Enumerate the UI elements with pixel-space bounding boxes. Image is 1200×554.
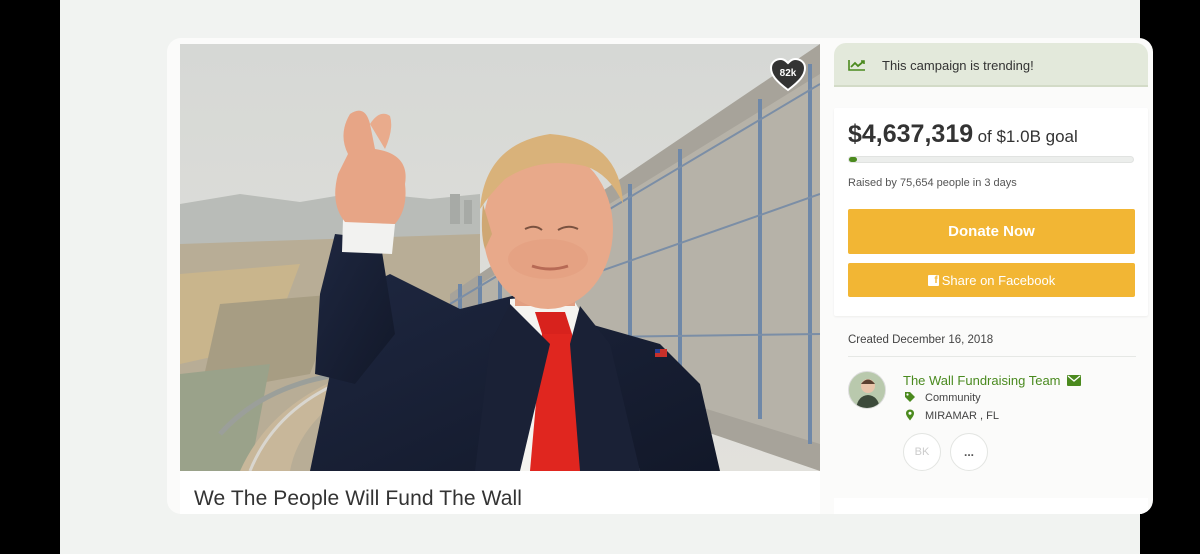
divider [848, 356, 1136, 357]
campaign-title-bar: We The People Will Fund The Wall [180, 471, 820, 514]
funding-progress-bar [848, 156, 1134, 163]
organizer-location: MIRAMAR , FL [903, 409, 999, 422]
organizer-name-link[interactable]: The Wall Fundraising Team [903, 373, 1082, 388]
amount-raised: $4,637,319 [848, 120, 974, 148]
likes-count: 82k [779, 68, 797, 79]
created-date: Created December 16, 2018 [848, 334, 994, 346]
funding-card: $4,637,319 of $1.0B goal Raised by 75,65… [834, 108, 1148, 316]
campaign-hero-image: 82k [180, 44, 820, 471]
envelope-icon[interactable] [1067, 375, 1082, 386]
next-card [834, 498, 1148, 514]
donate-now-button[interactable]: Donate Now [848, 209, 1135, 254]
facebook-icon: f [927, 274, 939, 286]
organizer-avatar[interactable] [848, 371, 886, 409]
campaign-page: 82k We The People Will Fund The Wall Thi… [167, 38, 1153, 514]
funding-progress-fill [849, 157, 857, 162]
trending-chart-icon [848, 60, 865, 71]
trending-text: This campaign is trending! [882, 58, 1034, 73]
share-facebook-button[interactable]: f Share on Facebook [848, 263, 1135, 297]
avatar-image [849, 372, 885, 408]
trending-banner: This campaign is trending! [834, 43, 1148, 87]
share-facebook-label: Share on Facebook [941, 272, 1056, 288]
location-label: MIRAMAR , FL [925, 410, 999, 422]
category-label: Community [925, 392, 981, 404]
map-pin-icon [906, 409, 914, 421]
hero-illustration [180, 44, 820, 471]
raised-by-text: Raised by 75,654 people in 3 days [848, 177, 1017, 189]
more-options-button[interactable]: ... [950, 433, 988, 471]
goal-text: of $1.0B goal [977, 127, 1078, 146]
organizer-name: The Wall Fundraising Team [903, 373, 1061, 388]
screen-frame: 82k We The People Will Fund The Wall Thi… [60, 0, 1153, 554]
likes-badge[interactable]: 82k [770, 58, 806, 92]
organizer-initials-button[interactable]: BK [903, 433, 941, 471]
organizer-category[interactable]: Community [903, 391, 981, 404]
campaign-title: We The People Will Fund The Wall [194, 487, 523, 510]
amount-line: $4,637,319 of $1.0B goal [848, 120, 1078, 149]
tag-icon [905, 392, 915, 402]
